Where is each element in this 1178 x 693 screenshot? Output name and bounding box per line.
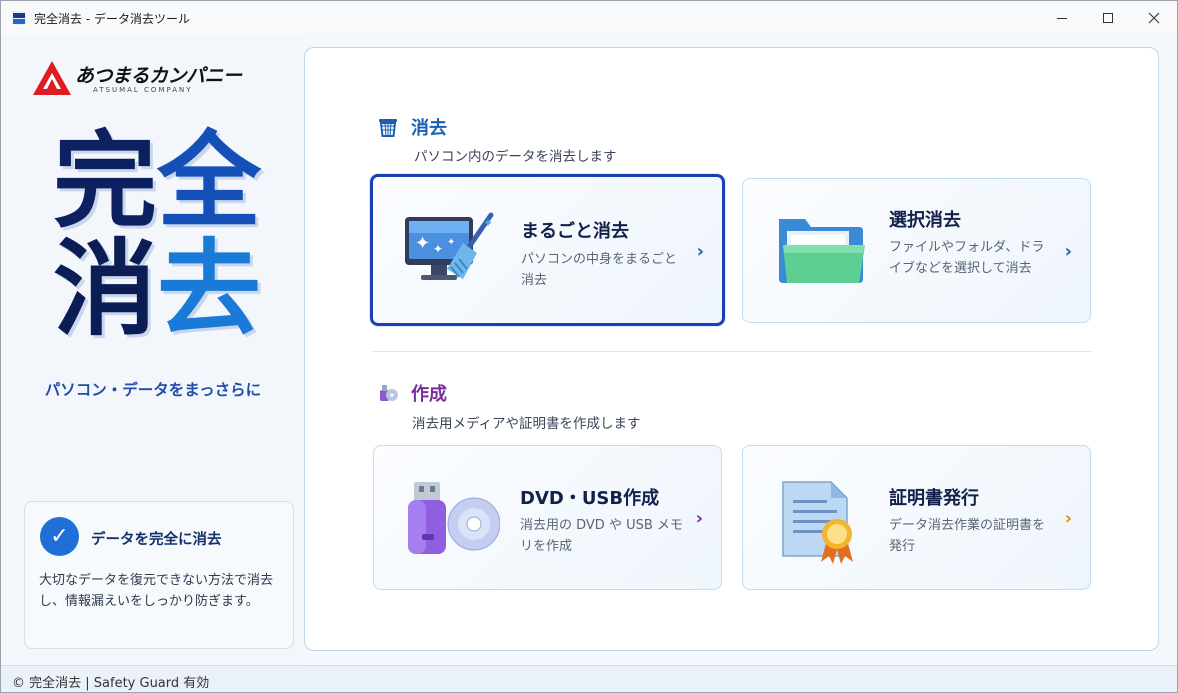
erase-section-subtitle: パソコン内のデータを消去します: [414, 149, 617, 165]
close-button[interactable]: [1131, 1, 1177, 35]
brand-name: あつまるカンパニー: [75, 65, 242, 87]
info-title: データを完全に消去: [91, 532, 222, 548]
full-erase-desc: パソコンの中身をまるごと消去: [521, 252, 678, 288]
title-bar: 完全消去 - データ消去ツール: [1, 1, 1177, 35]
hero-char: 消: [53, 228, 158, 350]
info-card: ✓ データを完全に消去 大切なデータを復元できない方法で消去し、情報漏えいをしっ…: [24, 501, 294, 649]
create-section-header: 作成: [377, 380, 447, 406]
chevron-right-icon: ›: [1064, 508, 1072, 529]
select-erase-title: 選択消去: [889, 210, 961, 231]
minimize-button[interactable]: [1039, 1, 1085, 35]
maximize-icon: [1103, 13, 1113, 23]
chevron-right-icon: ›: [695, 508, 703, 529]
media-create-card[interactable]: DVD・USB作成 消去用の DVD や USB メモリを作成 ›: [373, 445, 722, 590]
media-create-desc: 消去用の DVD や USB メモリを作成: [520, 518, 683, 554]
info-body: 大切なデータを復元できない方法で消去し、情報漏えいをしっかり防ぎます。: [39, 573, 274, 609]
minimize-icon: [1057, 17, 1067, 19]
select-erase-card[interactable]: 選択消去 ファイルやフォルダ、ドライブなどを選択して消去 ›: [742, 178, 1091, 323]
full-erase-card[interactable]: ✦ ✦ ✦ ✦ まるごと消去 パソコンの中身をまるごと消去 ›: [370, 174, 725, 326]
usb-disc-icon: [380, 385, 398, 401]
maximize-button[interactable]: [1085, 1, 1131, 35]
chevron-right-icon: ›: [696, 241, 704, 262]
check-icon: ✓: [40, 517, 79, 556]
create-section-title: 作成: [411, 384, 447, 405]
erase-section-header: 消去: [377, 114, 447, 140]
section-divider: [373, 351, 1091, 352]
app-icon: [12, 11, 26, 25]
certificate-icon: [782, 481, 853, 564]
status-text: © 完全消去 | Safety Guard 有効: [12, 676, 210, 691]
svg-text:✦: ✦: [415, 233, 430, 254]
usb-dvd-icon: [408, 482, 500, 554]
hero-char: 全: [157, 120, 262, 242]
status-bar: © 完全消去 | Safety Guard 有効: [1, 665, 1177, 692]
tagline: パソコン・データをまっさらに: [44, 381, 262, 399]
certificate-desc: データ消去作業の証明書を発行: [889, 518, 1046, 554]
app-window: 完全消去 - データ消去ツール あつまるカンパニー ATSUMAL COMPAN…: [0, 0, 1178, 693]
create-section-subtitle: 消去用メディアや証明書を作成します: [412, 416, 641, 432]
svg-text:✦: ✦: [433, 242, 443, 256]
hero-char: 去: [157, 228, 262, 350]
logo-mark-icon: [33, 61, 71, 95]
svg-text:✦: ✦: [483, 216, 493, 230]
folder-icon: [779, 219, 865, 283]
trash-icon: [379, 119, 397, 137]
svg-text:✦: ✦: [447, 237, 455, 248]
window-title: 完全消去 - データ消去ツール: [34, 12, 190, 26]
chevron-right-icon: ›: [1064, 241, 1072, 262]
left-panel: あつまるカンパニー ATSUMAL COMPANY 完全 消去 パソコン・データ…: [3, 35, 303, 665]
brand-sub: ATSUMAL COMPANY: [93, 86, 193, 94]
close-icon: [1148, 12, 1160, 24]
certificate-card[interactable]: 証明書発行 データ消去作業の証明書を発行 ›: [742, 445, 1091, 590]
computer-broom-icon: ✦ ✦ ✦ ✦: [405, 212, 494, 280]
hero-title: 完全 消去: [53, 127, 263, 343]
media-create-title: DVD・USB作成: [520, 488, 660, 509]
company-logo: あつまるカンパニー ATSUMAL COMPANY: [31, 59, 242, 99]
hero-char: 完: [53, 120, 158, 242]
main-content: 消去 パソコン内のデータを消去します ✦ ✦ ✦ ✦ まるごと消去 パソコンの中…: [304, 47, 1159, 651]
erase-section-title: 消去: [411, 118, 447, 139]
certificate-title: 証明書発行: [889, 488, 979, 509]
full-erase-title: まるごと消去: [521, 221, 629, 242]
select-erase-desc: ファイルやフォルダ、ドライブなどを選択して消去: [889, 240, 1045, 276]
